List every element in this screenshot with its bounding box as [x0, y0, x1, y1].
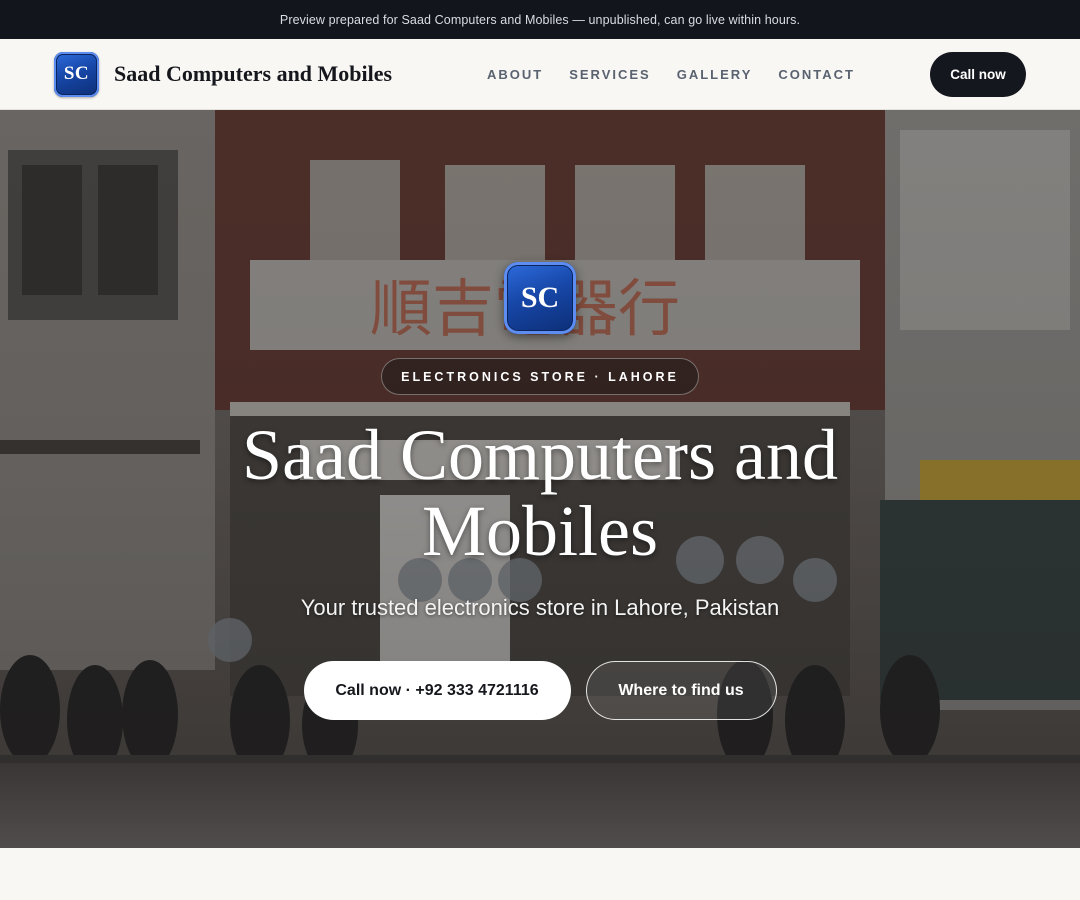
- nav-services[interactable]: SERVICES: [569, 67, 651, 82]
- find-us-button[interactable]: Where to find us: [585, 661, 777, 720]
- hero-content: SC ELECTRONICS STORE · LAHORE Saad Compu…: [0, 110, 1080, 848]
- next-section: [0, 848, 1080, 900]
- nav-contact[interactable]: CONTACT: [778, 67, 855, 82]
- call-now-button[interactable]: Call now · +92 333 4721116: [303, 661, 571, 720]
- hero-logo: SC: [504, 262, 576, 334]
- announcement-text: Preview prepared for Saad Computers and …: [279, 12, 801, 27]
- main-nav: ABOUT SERVICES GALLERY CONTACT: [487, 39, 855, 110]
- nav-gallery[interactable]: GALLERY: [677, 67, 753, 82]
- brand-logo: SC: [54, 51, 99, 97]
- site-header: SC Saad Computers and Mobiles ABOUT SERV…: [0, 39, 1080, 110]
- hero: 順吉電器行: [0, 110, 1080, 848]
- nav-about[interactable]: ABOUT: [487, 67, 543, 82]
- brand-logo-text: SC: [63, 63, 90, 84]
- hero-actions: Call now · +92 333 4721116 Where to find…: [303, 661, 777, 720]
- brand-name: Saad Computers and Mobiles: [114, 61, 393, 86]
- hero-subtitle: Your trusted electronics store in Lahore…: [300, 595, 780, 620]
- announcement-bar: Preview prepared for Saad Computers and …: [0, 0, 1080, 39]
- hero-logo-text: SC: [520, 281, 560, 314]
- brand[interactable]: SC Saad Computers and Mobiles: [54, 51, 393, 97]
- hero-title: Saad Computers and Mobiles: [242, 415, 838, 571]
- header-call-button[interactable]: Call now: [930, 52, 1026, 97]
- hero-category-badge: ELECTRONICS STORE · LAHORE: [381, 358, 699, 395]
